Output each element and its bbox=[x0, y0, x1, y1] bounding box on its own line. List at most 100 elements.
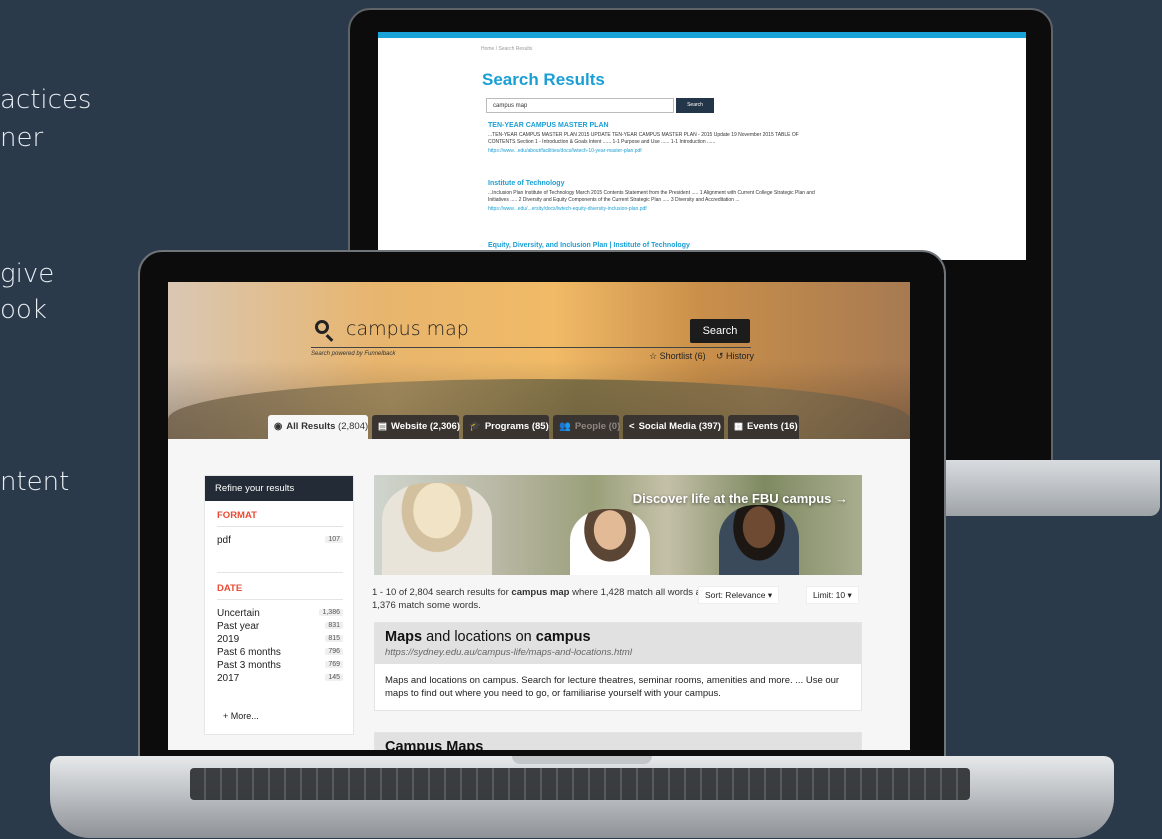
facet-title-date: DATE bbox=[217, 583, 243, 594]
title-part: Maps bbox=[385, 629, 423, 645]
more-link[interactable]: + More... bbox=[223, 711, 259, 721]
back-laptop-screen: Home / Search Results Search Results cam… bbox=[378, 32, 1026, 260]
tab-count: (2,306) bbox=[429, 421, 460, 432]
globe-icon: ◉ bbox=[274, 421, 283, 432]
search-button[interactable]: Search bbox=[676, 98, 714, 113]
facet-item-date[interactable]: 2017 145 bbox=[217, 673, 343, 684]
graduation-cap-icon: 🎓 bbox=[469, 421, 481, 432]
tab-label: All Results bbox=[286, 421, 336, 432]
banner-photo-person bbox=[719, 505, 799, 575]
tab-events[interactable]: ▦ Events (16) bbox=[728, 415, 799, 439]
result-header: Maps and locations on campus https://syd… bbox=[375, 623, 861, 664]
results-summary: 1 - 10 of 2,804 search results for campu… bbox=[372, 586, 717, 612]
facet-item-pdf[interactable]: pdf 107 bbox=[217, 535, 343, 546]
facet-item-date[interactable]: Past 6 months 796 bbox=[217, 647, 343, 658]
shortlist-link[interactable]: ☆ Shortlist (6) bbox=[649, 351, 706, 362]
tab-label: Social Media bbox=[638, 421, 697, 432]
side-text-line: ook bbox=[0, 295, 47, 325]
result-title-link[interactable]: Institute of Technology bbox=[488, 180, 818, 187]
history-link[interactable]: ↺ History bbox=[716, 351, 754, 362]
tab-programs[interactable]: 🎓 Programs (85) bbox=[463, 415, 549, 439]
people-icon: 👥 bbox=[559, 421, 571, 432]
divider bbox=[217, 572, 343, 573]
facet-item-date[interactable]: Past year 831 bbox=[217, 621, 343, 632]
divider bbox=[217, 526, 343, 527]
result-snippet: ...TEN-YEAR CAMPUS MASTER PLAN 2015 UPDA… bbox=[488, 132, 799, 145]
tab-people[interactable]: 👥 People (0) bbox=[553, 415, 621, 439]
facet-count: 815 bbox=[325, 635, 343, 642]
tab-count: (2,804) bbox=[338, 421, 369, 432]
search-result: Maps and locations on campus https://syd… bbox=[374, 622, 862, 711]
facet-count: 769 bbox=[325, 661, 343, 668]
powered-by-text: Search powered by Funnelback bbox=[311, 351, 396, 357]
facet-label: Past 6 months bbox=[217, 647, 281, 658]
tab-count: (0) bbox=[608, 421, 621, 432]
facet-label: Uncertain bbox=[217, 608, 260, 619]
search-input[interactable]: campus map bbox=[486, 98, 674, 113]
refine-sidebar: Refine your results FORMAT pdf 107 DATE … bbox=[204, 475, 354, 735]
facet-count: 1,386 bbox=[319, 609, 343, 616]
front-laptop-base bbox=[50, 756, 1114, 838]
result-url[interactable]: https://sydney.edu.au/campus-life/maps-a… bbox=[385, 647, 851, 658]
tab-count: (16) bbox=[780, 421, 798, 432]
result-snippet: ...Inclusion Plan Institute of Technolog… bbox=[488, 190, 815, 203]
facet-count: 796 bbox=[325, 648, 343, 655]
side-text-line: give bbox=[0, 259, 55, 289]
title-part: and locations on bbox=[422, 629, 536, 645]
facet-count: 145 bbox=[325, 674, 343, 681]
calendar-icon: ▦ bbox=[734, 421, 743, 432]
search-button[interactable]: Search bbox=[690, 319, 750, 343]
tab-label: People bbox=[574, 421, 606, 432]
side-text-line: actices bbox=[0, 85, 92, 115]
facet-item-date[interactable]: Past 3 months 769 bbox=[217, 660, 343, 671]
result-url[interactable]: https://www. .edu/about/facilities/docs/… bbox=[488, 148, 818, 155]
facet-label: 2017 bbox=[217, 673, 240, 684]
side-text-line: ner bbox=[0, 123, 44, 153]
hero-header: campus map Search Search powered by Funn… bbox=[168, 282, 910, 439]
search-input[interactable]: campus map bbox=[346, 318, 646, 340]
result-title-link[interactable]: Campus Maps bbox=[385, 739, 851, 750]
tab-website[interactable]: ▤ Website (2,306) bbox=[372, 415, 460, 439]
facet-title-format: FORMAT bbox=[217, 510, 257, 521]
search-result: Institute of Technology ...Inclusion Pla… bbox=[488, 180, 818, 213]
facet-item-date[interactable]: 2019 815 bbox=[217, 634, 343, 645]
side-text-line: ntent bbox=[0, 467, 70, 497]
tab-label: Programs bbox=[484, 421, 530, 432]
search-result: TEN-YEAR CAMPUS MASTER PLAN ...TEN-YEAR … bbox=[488, 122, 818, 155]
result-title-link[interactable]: Maps and locations on campus bbox=[385, 629, 851, 645]
facet-item-date[interactable]: Uncertain 1,386 bbox=[217, 608, 343, 619]
tab-label: Website bbox=[390, 421, 428, 432]
trackpad-notch bbox=[512, 756, 652, 764]
search-result: Campus Maps bbox=[374, 732, 862, 750]
result-snippet: Maps and locations on campus. Search for… bbox=[385, 675, 840, 699]
title-part: campus bbox=[535, 629, 591, 645]
breadcrumb[interactable]: Home / Search Results bbox=[481, 46, 532, 52]
banner-photo-person bbox=[382, 483, 492, 575]
facet-label: 2019 bbox=[217, 634, 240, 645]
banner-photo-person bbox=[570, 509, 650, 575]
share-icon: < bbox=[629, 421, 635, 432]
result-title-link[interactable]: Equity, Diversity, and Inclusion Plan | … bbox=[488, 242, 818, 249]
tab-count: (397) bbox=[698, 421, 721, 432]
facet-count: 107 bbox=[325, 536, 343, 543]
sort-dropdown[interactable]: Sort: Relevance ▾ bbox=[698, 586, 780, 604]
limit-dropdown[interactable]: Limit: 10 ▾ bbox=[806, 586, 859, 604]
facet-label: pdf bbox=[217, 535, 231, 546]
top-accent-bar bbox=[378, 32, 1026, 38]
facet-label: Past 3 months bbox=[217, 660, 281, 671]
front-laptop-screen: campus map Search Search powered by Funn… bbox=[168, 282, 910, 750]
keyboard bbox=[190, 768, 970, 800]
tab-social-media[interactable]: < Social Media (397) bbox=[623, 415, 724, 439]
facet-label: Past year bbox=[217, 621, 260, 632]
document-icon: ▤ bbox=[378, 421, 387, 432]
tab-all-results[interactable]: ◉ All Results (2,804) bbox=[268, 415, 368, 439]
banner-cta[interactable]: Discover life at the FBU campus → bbox=[633, 491, 848, 506]
summary-query: campus map bbox=[511, 587, 570, 598]
promo-banner[interactable]: Discover life at the FBU campus → bbox=[374, 475, 862, 575]
result-url[interactable]: https://www. .edu/...ersity/docs/lwtech-… bbox=[488, 206, 818, 213]
facet-count: 831 bbox=[325, 622, 343, 629]
result-title-link[interactable]: TEN-YEAR CAMPUS MASTER PLAN bbox=[488, 122, 818, 129]
tab-count: (85) bbox=[531, 421, 549, 432]
summary-text: 1 - 10 of 2,804 search results for bbox=[372, 587, 512, 598]
divider bbox=[217, 599, 343, 600]
